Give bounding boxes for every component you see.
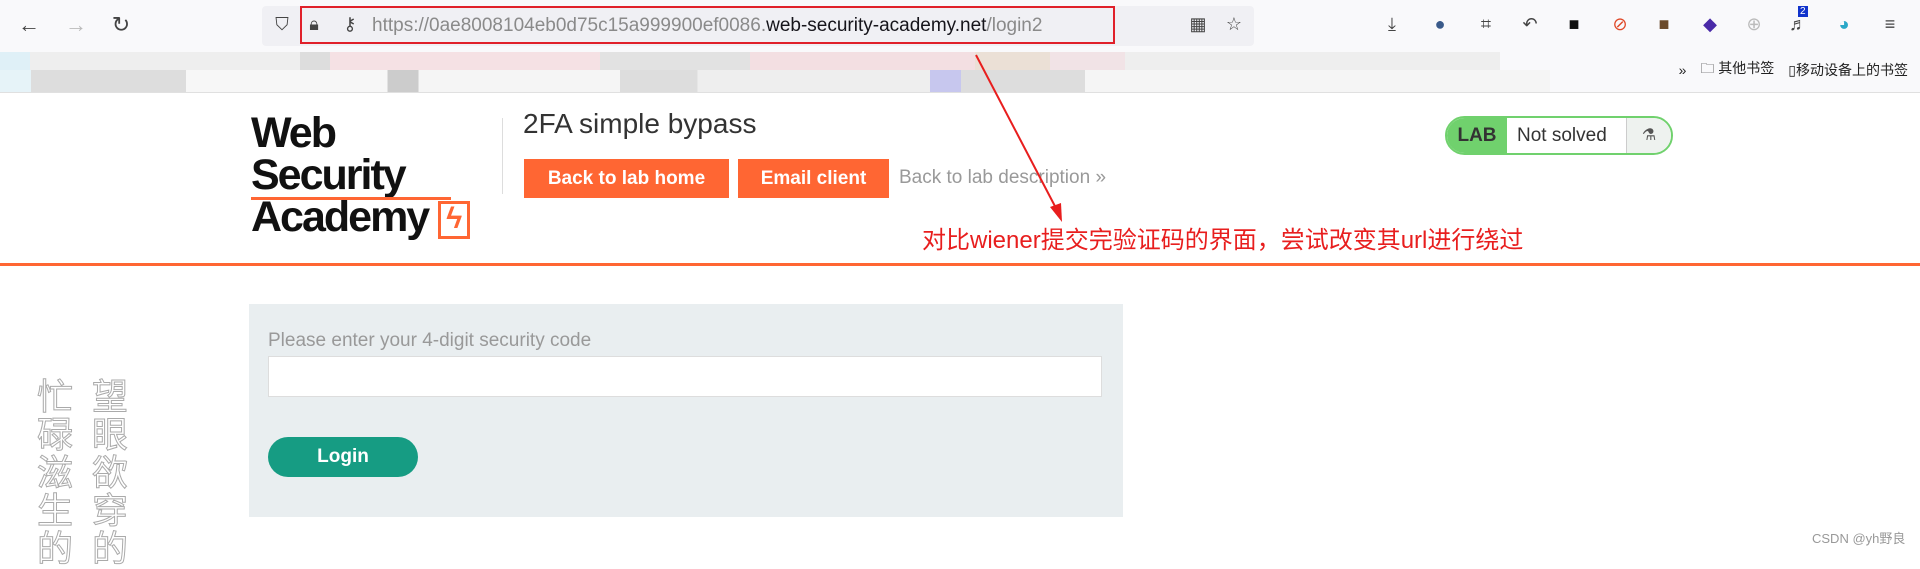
header-separator [0,263,1920,266]
login-button[interactable]: Login [268,437,418,477]
annotation-text: 对比wiener提交完验证码的界面，尝试改变其url进行绕过 [922,227,1524,254]
watermark-column: 望眼欲穿的 [92,376,129,569]
security-code-label: Please enter your 4-digit security code [268,330,592,351]
security-code-input[interactable] [268,356,1102,397]
csdn-credit: CSDN @yh野良 [1812,531,1906,546]
watermark-column: 忙碌滋生的 [37,376,74,569]
